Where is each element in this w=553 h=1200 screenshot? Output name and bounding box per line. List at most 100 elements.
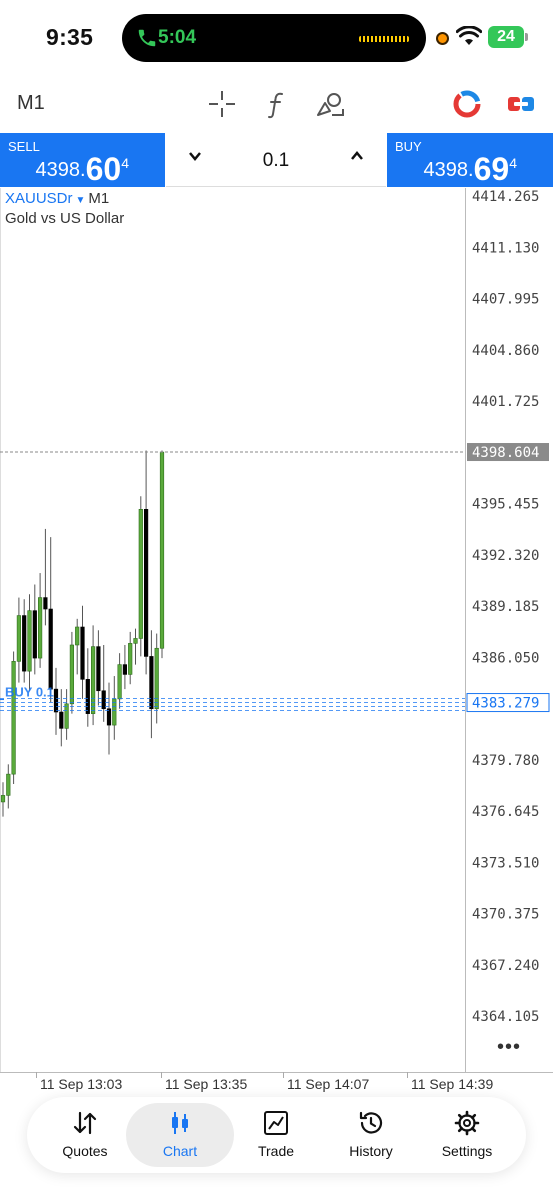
price-tick-label: 4389.185 bbox=[472, 599, 539, 615]
candle-body bbox=[122, 664, 127, 675]
symbol-description: Gold vs US Dollar bbox=[5, 210, 125, 227]
price-tick-label: 4411.130 bbox=[472, 240, 539, 256]
indicators-icon[interactable] bbox=[261, 88, 293, 120]
nav-trade-label: Trade bbox=[257, 1143, 295, 1159]
candle-body bbox=[154, 647, 159, 710]
nav-chart[interactable]: Chart bbox=[126, 1103, 234, 1167]
sell-button[interactable]: SELL 4398.604 bbox=[0, 133, 165, 187]
buy-price: 4398.694 bbox=[424, 147, 517, 187]
trade-icon bbox=[264, 1111, 288, 1135]
candle-body bbox=[0, 795, 6, 803]
buy-price-big: 69 bbox=[473, 151, 510, 187]
price-tick-label: 4370.375 bbox=[472, 907, 539, 923]
candle-body bbox=[43, 597, 48, 610]
sell-price-prefix: 4398. bbox=[35, 159, 86, 181]
price-axis: 4414.265 4411.130 4407.995 4404.860 4401.725… bbox=[466, 189, 550, 1025]
timeframe-button[interactable]: M1 bbox=[17, 92, 45, 115]
price-tick-label: 4373.510 bbox=[472, 855, 539, 871]
order-price-value: 4383.279 bbox=[472, 696, 539, 712]
price-tick-label: 4404.860 bbox=[472, 343, 539, 359]
time-tick-label: 11 Sep 13:35 bbox=[165, 1076, 247, 1092]
candle-body bbox=[96, 646, 101, 692]
chart-toolbar: M1 bbox=[0, 78, 553, 132]
chevron-up-icon[interactable] bbox=[350, 149, 364, 163]
bottom-navigation: Quotes Chart Trade History Settings bbox=[27, 1097, 526, 1173]
candle-body bbox=[144, 509, 149, 657]
candle-body bbox=[53, 688, 59, 713]
candle-body bbox=[101, 690, 106, 710]
price-tick-label: 4395.455 bbox=[472, 497, 539, 513]
candle-body bbox=[75, 626, 80, 646]
wifi-icon bbox=[456, 26, 482, 45]
sell-price: 4398.604 bbox=[35, 147, 129, 187]
symbol-selector[interactable]: XAUUSDr ▼ M1 bbox=[5, 190, 109, 207]
objects-icon[interactable] bbox=[314, 88, 346, 120]
time-tick-label: 11 Sep 13:03 bbox=[40, 1076, 122, 1092]
nav-history-label: History bbox=[349, 1143, 393, 1159]
candle-body bbox=[37, 597, 43, 659]
price-lines: BUY 0.1 bbox=[0, 451, 465, 712]
buy-button[interactable]: BUY 4398.694 bbox=[387, 133, 553, 187]
one-click-trading-panel: SELL 4398.604 0.1 BUY 4398.694 bbox=[0, 133, 553, 187]
nav-settings[interactable]: Settings bbox=[417, 1103, 517, 1167]
battery-level: 24 bbox=[488, 26, 524, 48]
color-scheme-icon[interactable] bbox=[451, 88, 483, 120]
time-tick-label: 11 Sep 14:07 bbox=[287, 1076, 369, 1092]
price-tick-label: 4376.645 bbox=[472, 804, 539, 820]
settings-icon bbox=[454, 1110, 480, 1136]
status-bar: 9:35 5:04 24 bbox=[0, 0, 553, 78]
nav-quotes[interactable]: Quotes bbox=[35, 1103, 135, 1167]
call-duration: 5:04 bbox=[158, 27, 197, 48]
candle-body bbox=[27, 610, 32, 672]
symbol-timeframe: M1 bbox=[88, 190, 110, 207]
dropdown-caret-icon: ▼ bbox=[75, 195, 86, 206]
nav-chart-label: Chart bbox=[162, 1143, 198, 1159]
current-price-value: 4398.604 bbox=[472, 445, 539, 461]
candle-body bbox=[85, 679, 90, 714]
price-chart[interactable]: BUY 0.1 4414.265 4411.130 4407.995 4404.860… bbox=[0, 188, 553, 1095]
candle-body bbox=[59, 711, 64, 729]
buy-price-sup: 4 bbox=[509, 155, 517, 171]
price-tick-label: 4367.240 bbox=[472, 958, 539, 974]
candle-body bbox=[117, 664, 122, 700]
lot-size-control: 0.1 bbox=[166, 133, 386, 187]
price-tick-label: 4379.780 bbox=[472, 753, 539, 769]
order-line-label: BUY 0.1 bbox=[5, 685, 54, 700]
audio-wave-icon bbox=[359, 36, 409, 42]
candle-body bbox=[6, 773, 11, 796]
history-icon bbox=[359, 1111, 383, 1134]
candle-body bbox=[133, 638, 138, 644]
buy-label: BUY bbox=[395, 139, 422, 154]
price-tick-label: 4364.105 bbox=[472, 1009, 539, 1025]
nav-settings-label: Settings bbox=[441, 1143, 493, 1159]
chart-icon bbox=[172, 1112, 188, 1134]
recording-indicator-icon bbox=[436, 32, 449, 45]
candle-body bbox=[91, 646, 96, 714]
candle-body bbox=[106, 708, 112, 726]
phone-icon bbox=[138, 29, 156, 47]
candle-body bbox=[69, 644, 74, 705]
trade-mode-icon[interactable] bbox=[505, 88, 537, 120]
candle-body bbox=[149, 656, 154, 710]
candle-body bbox=[128, 643, 133, 675]
time-axis: 11 Sep 13:03 11 Sep 13:35 11 Sep 14:07 11 S… bbox=[36, 1072, 493, 1092]
candle-body bbox=[138, 509, 143, 639]
candle-body bbox=[159, 451, 165, 649]
dynamic-island-call[interactable]: 5:04 bbox=[122, 14, 426, 62]
candle-body bbox=[32, 610, 37, 659]
symbol-name: XAUUSDr bbox=[5, 190, 73, 207]
candle-body bbox=[48, 608, 53, 690]
nav-quotes-label: Quotes bbox=[62, 1143, 108, 1159]
price-tick-label: 4414.265 bbox=[472, 189, 539, 205]
nav-history[interactable]: History bbox=[321, 1103, 421, 1167]
more-options-icon[interactable]: ••• bbox=[497, 1036, 521, 1059]
nav-trade[interactable]: Trade bbox=[226, 1103, 326, 1167]
candlestick-chart[interactable]: BUY 0.1 4414.265 4411.130 4407.995 4404.860… bbox=[0, 188, 553, 1095]
battery-icon bbox=[525, 33, 528, 41]
crosshair-icon[interactable] bbox=[206, 88, 238, 120]
price-tick-label: 4401.725 bbox=[472, 394, 539, 410]
price-tick-label: 4392.320 bbox=[472, 548, 539, 564]
candle-body bbox=[16, 615, 22, 662]
sell-price-big: 60 bbox=[85, 151, 122, 187]
price-tick-label: 4386.050 bbox=[472, 650, 539, 666]
